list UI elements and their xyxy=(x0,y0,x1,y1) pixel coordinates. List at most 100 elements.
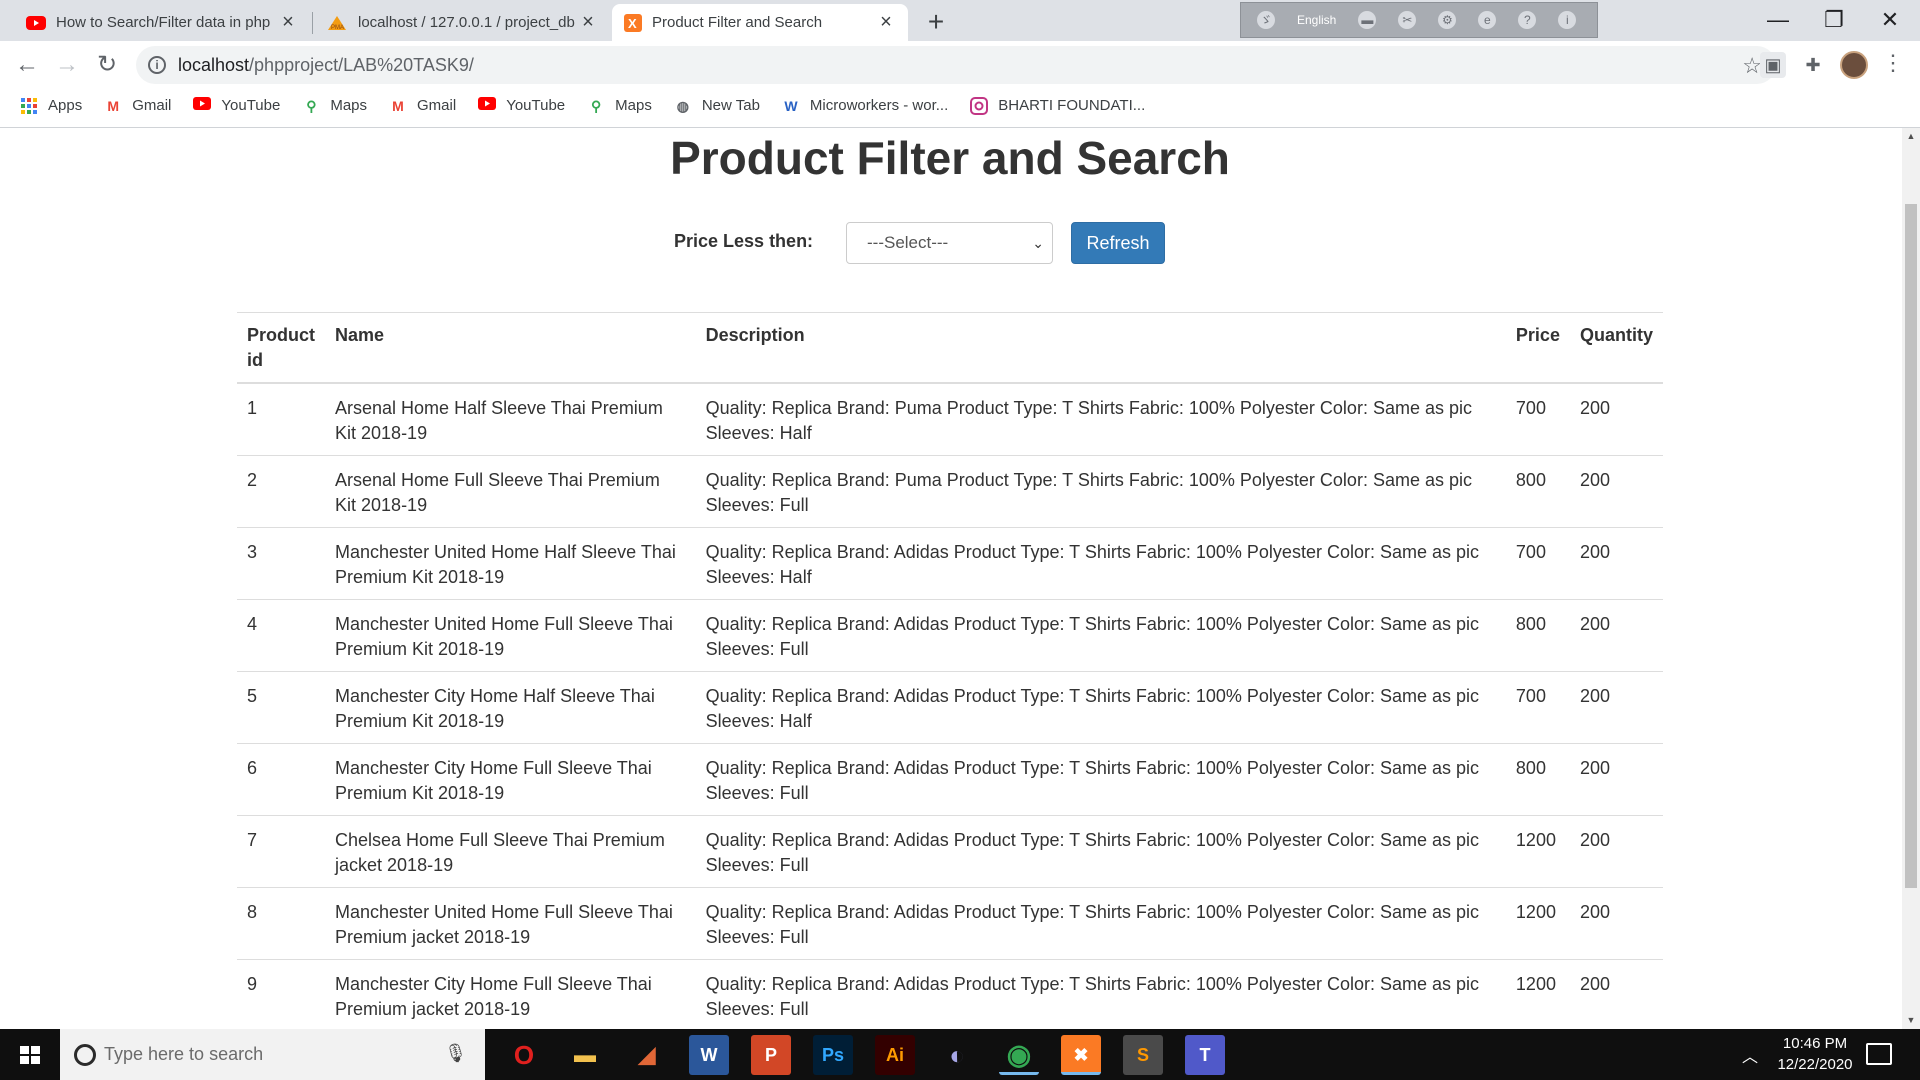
cell-name: Chelsea Home Full Sleeve Thai Premium ja… xyxy=(325,815,696,888)
filter-form: Price Less then: ---Select--- ⌄ Refresh xyxy=(0,221,1900,264)
cell-product-id: 1 xyxy=(237,383,326,456)
svg-text:X: X xyxy=(628,16,637,31)
chrome-menu-icon[interactable]: ⋮ xyxy=(1882,50,1904,76)
price-select[interactable]: ---Select--- ⌄ xyxy=(846,222,1053,264)
refresh-button[interactable]: Refresh xyxy=(1071,222,1165,264)
info-icon[interactable]: i xyxy=(1558,11,1577,29)
cell-name: Manchester United Home Half Sleeve Thai … xyxy=(325,527,696,600)
extensions-puzzle-icon[interactable]: ✚ xyxy=(1800,52,1826,78)
help-icon[interactable]: ? xyxy=(1518,11,1537,29)
cell-product-id: 6 xyxy=(237,743,326,816)
bookmark-maps[interactable]: ⚲ Maps xyxy=(587,97,652,115)
xampp-icon[interactable]: ✖ xyxy=(1061,1035,1101,1075)
taskbar-search-input[interactable]: Type here to search 🎙 xyxy=(60,1029,485,1080)
back-arrow-icon[interactable]: ← xyxy=(12,50,42,80)
avatar[interactable] xyxy=(1840,51,1868,79)
url-path: /phpproject/LAB%20TASK9/ xyxy=(249,54,474,75)
taskbar: Type here to search 🎙 O ▬ ◢ W P Ps Ai ◐ … xyxy=(0,1029,1920,1080)
cell-name: Manchester United Home Full Sleeve Thai … xyxy=(325,599,696,672)
bookmark-gmail[interactable]: M Gmail xyxy=(104,97,171,115)
tab-strip: How to Search/Filter data in php × PMA l… xyxy=(0,0,1920,41)
forward-arrow-icon[interactable]: → xyxy=(52,50,82,80)
table-row: 7 Chelsea Home Full Sleeve Thai Premium … xyxy=(237,815,1663,888)
maps-pin-icon: ⚲ xyxy=(591,97,602,114)
language-label[interactable]: English xyxy=(1297,13,1336,27)
apps-grid-icon xyxy=(21,97,37,114)
cell-description: Quality: Replica Brand: Adidas Product T… xyxy=(695,887,1506,960)
scroll-down-icon[interactable]: ▼ xyxy=(1902,1012,1920,1029)
teams-icon[interactable]: T xyxy=(1185,1035,1225,1075)
keyboard-icon[interactable]: ▬ xyxy=(1358,11,1377,29)
bookmark-apps[interactable]: Apps xyxy=(20,97,82,115)
column-header-product-id: Product id xyxy=(237,312,326,384)
ie-icon[interactable]: e xyxy=(1478,11,1497,29)
bookmark-gmail[interactable]: M Gmail xyxy=(389,97,456,115)
cell-price: 1200 xyxy=(1505,887,1570,960)
clock-time: 10:46 PM xyxy=(1782,1035,1848,1052)
tray-chevron-up-icon[interactable]: ︿ xyxy=(1742,1043,1758,1067)
bookmark-label: YouTube xyxy=(221,97,281,114)
bookmark-youtube[interactable]: YouTube xyxy=(478,96,565,115)
address-bar[interactable]: i localhost/phpproject/LAB%20TASK9/ ☆ xyxy=(136,46,1776,84)
table-row: 4 Manchester United Home Full Sleeve Tha… xyxy=(237,599,1663,672)
bookmark-youtube[interactable]: YouTube xyxy=(193,96,281,115)
matlab-icon[interactable]: ◢ xyxy=(627,1035,667,1075)
language-bar: ゞ English ▬ ✂ ⚙ e ? i xyxy=(1240,2,1598,38)
bookmark-maps[interactable]: ⚲ Maps xyxy=(302,97,367,115)
taskbar-clock[interactable]: 10:46 PM 12/22/2020 xyxy=(1760,1033,1870,1075)
tab-product-filter[interactable]: X Product Filter and Search × xyxy=(612,4,908,41)
microphone-icon[interactable]: 🎙 xyxy=(444,1043,467,1064)
minimize-button[interactable]: — xyxy=(1750,0,1806,40)
eclipse-icon[interactable]: ◐ xyxy=(937,1035,977,1075)
page-scrollbar[interactable]: ▲ ▼ xyxy=(1902,128,1920,1029)
cell-quantity: 200 xyxy=(1569,599,1663,672)
sublime-icon[interactable]: S xyxy=(1123,1035,1163,1075)
column-header-description: Description xyxy=(695,312,1506,384)
powerpoint-icon[interactable]: P xyxy=(751,1035,791,1075)
cell-price: 1200 xyxy=(1505,959,1570,1029)
cell-description: Quality: Replica Brand: Puma Product Typ… xyxy=(695,455,1506,528)
gmail-icon: M xyxy=(392,97,404,114)
scrollbar-thumb[interactable] xyxy=(1905,204,1917,888)
tool-icon[interactable]: ✂ xyxy=(1398,11,1417,29)
cell-name: Arsenal Home Full Sleeve Thai Premium Ki… xyxy=(325,455,696,528)
close-tab-icon[interactable]: × xyxy=(578,11,598,34)
photoshop-icon[interactable]: Ps xyxy=(813,1035,853,1075)
notification-center-icon[interactable] xyxy=(1866,1043,1892,1065)
tab-phpmyadmin[interactable]: PMA localhost / 127.0.0.1 / project_db × xyxy=(314,4,610,41)
products-table: Product id Name Description Price Quanti… xyxy=(237,312,1663,1029)
close-tab-icon[interactable]: × xyxy=(876,11,896,34)
close-window-button[interactable]: ✕ xyxy=(1862,0,1918,40)
settings-icon[interactable]: ⚙ xyxy=(1438,11,1457,29)
cell-description: Quality: Replica Brand: Adidas Product T… xyxy=(695,599,1506,672)
table-row: 2 Arsenal Home Full Sleeve Thai Premium … xyxy=(237,455,1663,528)
scroll-up-icon[interactable]: ▲ xyxy=(1902,128,1920,145)
xampp-icon: X xyxy=(624,13,642,32)
tab-youtube-video[interactable]: How to Search/Filter data in php × xyxy=(14,4,310,41)
close-tab-icon[interactable]: × xyxy=(278,11,298,34)
bookmark-microworkers[interactable]: W Microworkers - wor... xyxy=(782,97,948,115)
cell-quantity: 200 xyxy=(1569,671,1663,744)
bookmark-label: Maps xyxy=(615,97,652,114)
price-filter-label: Price Less then: xyxy=(674,231,814,251)
taskbar-search-placeholder: Type here to search xyxy=(104,1044,264,1064)
restore-button[interactable]: ❐ xyxy=(1806,0,1862,40)
start-button[interactable] xyxy=(0,1029,60,1080)
ime-icon[interactable]: ゞ xyxy=(1257,11,1275,29)
bookmark-bharti-foundation[interactable]: BHARTI FOUNDATI... xyxy=(970,96,1145,115)
illustrator-icon[interactable]: Ai xyxy=(875,1035,915,1075)
opera-icon[interactable]: O xyxy=(504,1035,544,1075)
file-explorer-icon[interactable]: ▬ xyxy=(565,1035,605,1075)
chrome-icon[interactable]: ◉ xyxy=(999,1035,1039,1075)
table-header-row: Product id Name Description Price Quanti… xyxy=(237,312,1663,384)
table-row: 9 Manchester City Home Full Sleeve Thai … xyxy=(237,959,1663,1029)
reload-icon[interactable]: ↻ xyxy=(92,50,122,80)
site-info-icon[interactable]: i xyxy=(148,56,166,74)
word-icon[interactable]: W xyxy=(689,1035,729,1075)
cell-price: 700 xyxy=(1505,383,1570,456)
tab-title: How to Search/Filter data in php xyxy=(56,14,271,31)
bookmark-new-tab[interactable]: ◍ New Tab xyxy=(674,97,760,115)
profile-extension-icon[interactable]: ▣ xyxy=(1760,52,1786,78)
new-tab-button[interactable]: + xyxy=(922,6,950,38)
microworkers-icon: W xyxy=(784,97,798,114)
